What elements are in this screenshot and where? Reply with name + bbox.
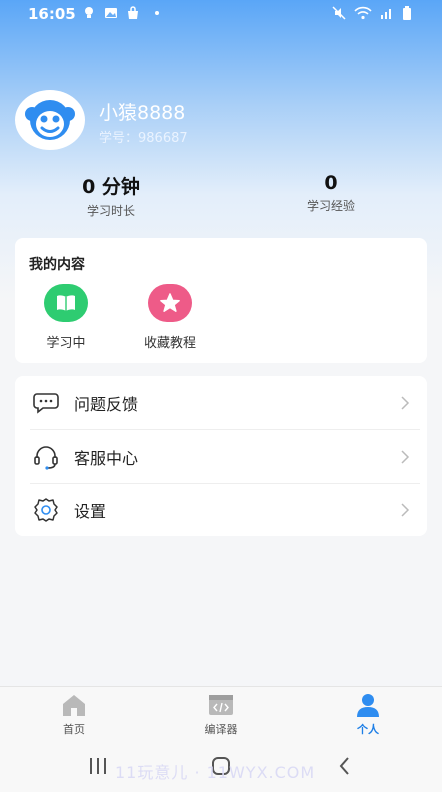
chevron-right-icon bbox=[401, 449, 410, 464]
stat-value: 0 分钟 bbox=[82, 176, 140, 198]
person-icon bbox=[355, 693, 381, 717]
status-time: 16:05 bbox=[28, 5, 76, 23]
my-content-title: 我的内容 bbox=[29, 257, 85, 273]
mute-icon bbox=[332, 6, 346, 20]
menu-item-feedback[interactable]: 问题反馈 bbox=[15, 376, 427, 429]
star-icon bbox=[148, 284, 192, 322]
tab-personal[interactable]: 个人 bbox=[328, 693, 408, 737]
bag-icon bbox=[128, 6, 138, 19]
stat-label: 学习时长 bbox=[86, 204, 135, 218]
gear-icon bbox=[33, 497, 59, 523]
tab-home[interactable]: 首页 bbox=[34, 693, 114, 737]
tab-compiler[interactable]: 编译器 bbox=[181, 693, 261, 737]
menu-card: 问题反馈 客服中心 设置 bbox=[15, 376, 427, 536]
quick-item-studying[interactable]: 学习中 bbox=[21, 284, 111, 351]
tab-label: 编译器 bbox=[204, 723, 238, 736]
monkey-avatar-icon bbox=[25, 100, 75, 140]
my-content-card: 我的内容 学习中 收藏教程 bbox=[15, 238, 427, 363]
username: 小猿8888 bbox=[99, 102, 186, 124]
quick-item-label: 学习中 bbox=[46, 336, 86, 351]
home-icon bbox=[61, 693, 87, 717]
chevron-right-icon bbox=[401, 502, 410, 517]
dot-icon bbox=[155, 11, 159, 15]
code-icon bbox=[208, 693, 234, 717]
menu-item-customer-service[interactable]: 客服中心 bbox=[15, 430, 427, 483]
tab-label: 首页 bbox=[63, 723, 85, 736]
chevron-right-icon bbox=[401, 395, 410, 410]
menu-item-settings[interactable]: 设置 bbox=[15, 483, 427, 536]
tab-label: 个人 bbox=[357, 723, 379, 736]
status-bar: 16:05 bbox=[0, 0, 442, 28]
image-icon bbox=[105, 8, 117, 18]
quick-item-label: 收藏教程 bbox=[143, 336, 196, 351]
menu-item-label: 问题反馈 bbox=[74, 394, 139, 414]
headset-icon bbox=[33, 444, 59, 470]
student-id: 学号：986687 bbox=[99, 131, 188, 146]
stat-study-time[interactable]: 0 分钟 学习时长 bbox=[51, 172, 171, 219]
menu-item-label: 客服中心 bbox=[74, 448, 139, 468]
back-icon[interactable] bbox=[338, 757, 352, 775]
watermark: 11玩意儿 · 11WYX.COM bbox=[115, 763, 316, 782]
bottom-nav: 首页 编译器 个人 bbox=[0, 686, 442, 742]
stat-value: 0 bbox=[324, 172, 338, 194]
stat-experience[interactable]: 0 学习经验 bbox=[271, 172, 391, 214]
book-icon bbox=[44, 284, 88, 322]
wifi-icon bbox=[354, 6, 372, 20]
recent-apps-icon[interactable] bbox=[88, 757, 108, 775]
feedback-icon bbox=[33, 390, 59, 416]
quick-item-favorites[interactable]: 收藏教程 bbox=[125, 284, 215, 351]
signal-icon bbox=[381, 9, 391, 19]
stat-label: 学习经验 bbox=[306, 199, 355, 213]
battery-icon bbox=[403, 6, 411, 20]
avatar[interactable] bbox=[15, 90, 85, 150]
bulb-icon bbox=[85, 7, 93, 18]
menu-item-label: 设置 bbox=[74, 501, 107, 521]
